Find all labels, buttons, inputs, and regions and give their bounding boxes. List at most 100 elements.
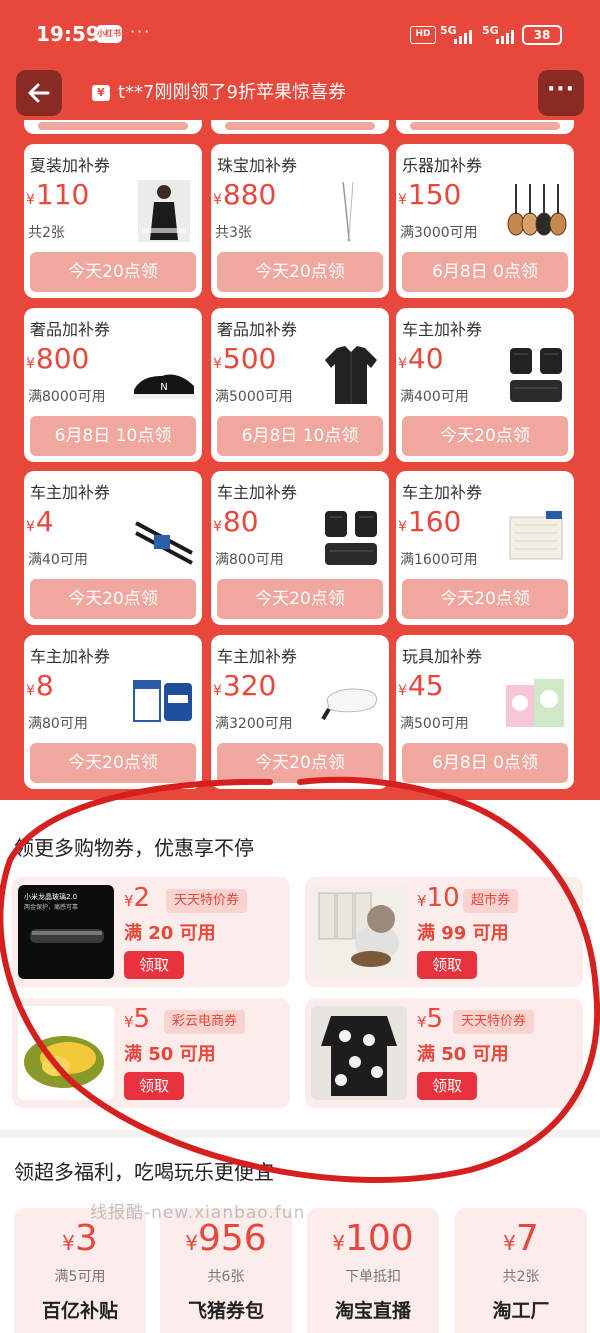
coupon-amount: ¥8 [26, 669, 54, 702]
coupon-condition: 满3200可用 [215, 716, 293, 732]
benefit-amount: ¥3 [62, 1218, 98, 1259]
coupon-amount: ¥320 [213, 669, 277, 702]
coupon-condition: 满 99 可用 [417, 923, 509, 944]
benefit-amount: ¥956 [185, 1218, 267, 1259]
product-image: N [132, 342, 196, 408]
product-image [504, 342, 568, 408]
coupon-condition: 满8000可用 [28, 389, 106, 405]
product-thumbnail [311, 885, 407, 979]
benefit-item[interactable]: ¥956 共6张 飞猪券包 [160, 1208, 292, 1333]
benefit-name: 飞猪券包 [187, 1300, 264, 1322]
signal-bars-icon-2 [492, 28, 516, 44]
svg-text:N: N [160, 382, 167, 393]
status-bar: 19:59 小红书 ··· HD 5G 5G 38 [0, 0, 600, 68]
back-button[interactable] [16, 70, 62, 116]
coupon-condition: 满5000可用 [215, 389, 293, 405]
product-image [319, 669, 383, 735]
coupon-amount: ¥10 [417, 883, 460, 913]
coupon-title: 车主加补券 [217, 483, 298, 502]
product-thumbnail [18, 1006, 114, 1100]
coupon-grid: 夏装加补券 ¥110 共2张 今天20点领 珠宝加补券 ¥880 共3张 今天20点领 乐器加补… [0, 120, 600, 800]
coupon-condition: 满500可用 [400, 716, 469, 732]
benefit-amount: ¥100 [332, 1218, 414, 1259]
benefit-amount: ¥7 [503, 1218, 539, 1259]
product-thumbnail: 小米龙晶玻璃2.0 两金保护，痛感可靠 [18, 885, 114, 979]
claim-time-button[interactable]: 6月8日 10点领 [217, 416, 383, 456]
product-image [132, 505, 196, 571]
claim-time-button[interactable]: 6月8日 0点领 [402, 252, 568, 292]
benefit-item[interactable]: ¥100 下单抵扣淘宝直播 [307, 1208, 439, 1333]
shopping-coupon[interactable]: ¥5 天天特价券满 50 可用 领取 [305, 998, 583, 1108]
product-image [132, 178, 196, 244]
claim-time-button[interactable]: 今天20点领 [402, 579, 568, 619]
coupon-condition: 共2张 [28, 225, 65, 241]
thumb-text-2: 两金保护，痛感可靠 [24, 903, 78, 911]
coupon-title: 奢品加补券 [217, 320, 298, 339]
claim-time-button[interactable]: 6月8日 10点领 [30, 416, 196, 456]
benefit-condition: 共2张 [502, 1269, 540, 1285]
coupon-card: 车主加补券 ¥80 满800可用 今天20点领 [211, 471, 389, 625]
benefit-item[interactable]: ¥7 共2张淘工厂 [455, 1208, 587, 1333]
shopping-coupon[interactable]: 小米龙晶玻璃2.0 两金保护，痛感可靠 ¥2 天天特价券满 20 可用 领取 [12, 877, 290, 987]
coupon-card: 夏装加补券 ¥110 共2张 今天20点领 [24, 144, 202, 298]
coupon-type-tag: 天天特价券 [166, 889, 248, 913]
more-button[interactable]: ··· [538, 70, 584, 116]
benefit-name: 淘工厂 [492, 1300, 550, 1322]
coupon-title: 车主加补券 [402, 320, 483, 339]
claim-time-button[interactable]: 今天20点领 [217, 743, 383, 783]
shopping-coupon[interactable]: ¥10 超市券满 99 可用领取 [305, 877, 583, 987]
coupon-title: 车主加补券 [217, 647, 298, 666]
claim-time-button[interactable]: 6月8日 0点领 [402, 743, 568, 783]
coupon-title: 珠宝加补券 [217, 156, 298, 175]
benefit-name: 淘宝直播 [334, 1300, 411, 1322]
coupon-condition: 满 50 可用 [124, 1044, 216, 1065]
coupon-type-tag: 超市券 [463, 889, 519, 913]
coupon-card: 车主加补券 ¥160 满1600可用今天20点领 [396, 471, 574, 625]
hd-icon: HD [410, 26, 436, 44]
coupon-card: 玩具加补券 ¥45 满500可用 6月8日 0点领 [396, 635, 574, 789]
claim-time-button[interactable]: 今天20点领 [402, 416, 568, 456]
promo-header-area: 19:59 小红书 ··· HD 5G 5G 38 ¥ t**7刚刚领了9折苹果惊… [0, 0, 600, 800]
coupon-title: 车主加补券 [402, 483, 483, 502]
claim-time-button[interactable]: 今天20点领 [30, 252, 196, 292]
coupon-card: 车主加补券 ¥320 满3200可用今天20点领 [211, 635, 389, 789]
product-image [504, 178, 568, 244]
coupon-condition: 满80可用 [28, 716, 88, 732]
coupon-condition: 满40可用 [28, 552, 88, 568]
nav-bar: ¥ t**7刚刚领了9折苹果惊喜券 ··· [0, 68, 600, 120]
coupon-amount: ¥45 [398, 669, 444, 702]
status-more-dots: ··· [130, 22, 152, 41]
coupon-condition: 满1600可用 [400, 552, 478, 568]
coupon-card: 车主加补券 ¥4 满40可用 今天20点领 [24, 471, 202, 625]
coupon-amount: ¥5 [124, 1004, 151, 1034]
coupon-title: 奢品加补券 [30, 320, 111, 339]
coupon-condition: 共3张 [215, 225, 252, 241]
claim-time-button[interactable]: 今天20点领 [30, 743, 196, 783]
product-image [504, 505, 568, 571]
product-image [132, 669, 196, 735]
coupon-title: 夏装加补券 [30, 156, 111, 175]
claim-button[interactable]: 领取 [417, 1072, 477, 1100]
claim-time-button[interactable]: 今天20点领 [30, 579, 196, 619]
coupon-amount: ¥150 [398, 178, 462, 211]
claim-button[interactable]: 领取 [417, 951, 477, 979]
claim-time-button[interactable]: 今天20点领 [217, 579, 383, 619]
coupon-amount: ¥4 [26, 505, 54, 538]
previous-row-card-edge [24, 120, 202, 134]
coupon-amount: ¥160 [398, 505, 462, 538]
coupon-condition: 满 20 可用 [124, 923, 216, 944]
coupon-amount: ¥80 [213, 505, 259, 538]
shopping-coupons-section: 领更多购物券，优惠享不停 小米龙晶玻璃2.0 两金保护，痛感可靠 ¥2 天天特价券满 … [0, 800, 600, 1130]
coupon-title: 车主加补券 [30, 647, 111, 666]
benefit-condition: 下单抵扣 [345, 1269, 401, 1285]
claim-button[interactable]: 领取 [124, 951, 184, 979]
claim-time-button[interactable]: 今天20点领 [217, 252, 383, 292]
claim-button[interactable]: 领取 [124, 1072, 184, 1100]
benefit-name: 百亿补贴 [41, 1300, 118, 1322]
benefit-item[interactable]: ¥3 满5可用 百亿补贴 [14, 1208, 146, 1333]
shopping-coupon[interactable]: ¥5 彩云电商券满 50 可用 领取 [12, 998, 290, 1108]
claim-notice-text: t**7刚刚领了9折苹果惊喜券 [118, 82, 346, 103]
product-image [319, 505, 383, 571]
coupon-amount: ¥500 [213, 342, 277, 375]
coupon-amount: ¥40 [398, 342, 444, 375]
